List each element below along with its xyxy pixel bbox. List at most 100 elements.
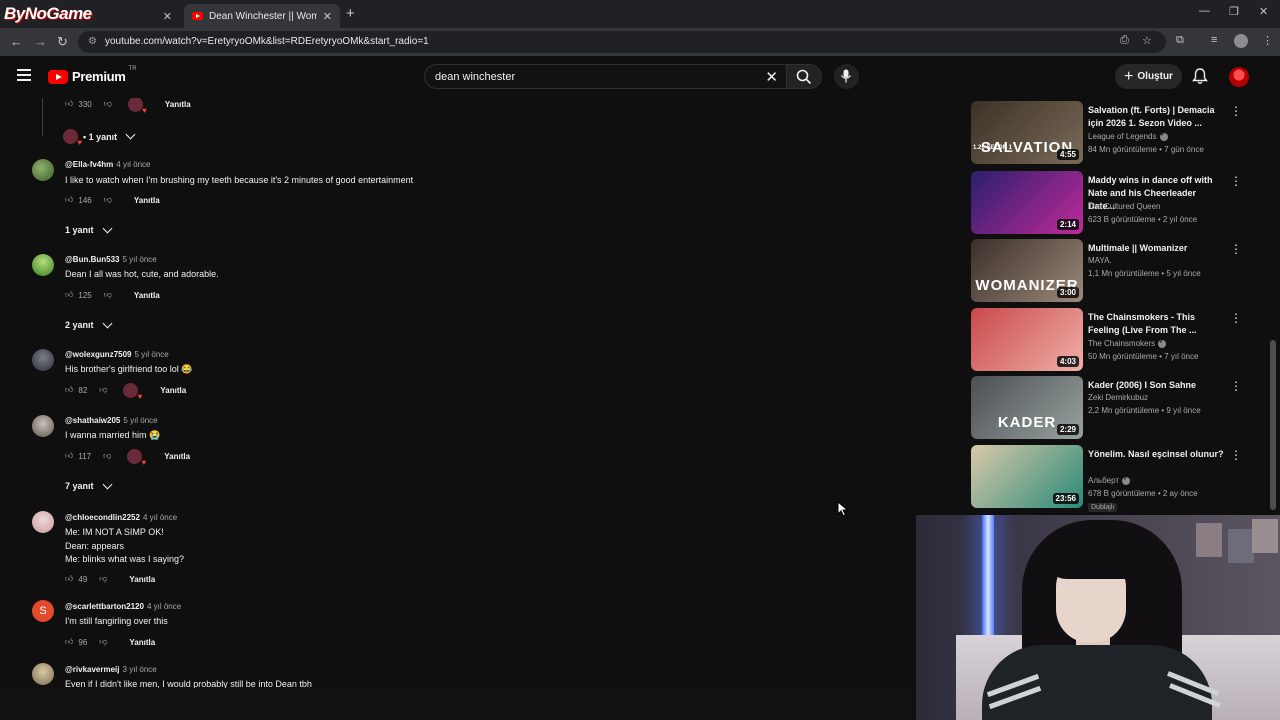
- comment-time[interactable]: 4 yıl önce: [143, 513, 177, 522]
- author-handle[interactable]: @wolexgunz7509: [65, 350, 132, 359]
- comment-author[interactable]: @scarlettbarton2120 4 yıl önce: [65, 602, 181, 611]
- video-title[interactable]: Kader (2006) I Son Sahne: [1088, 379, 1224, 392]
- reply-button[interactable]: Yanıtla: [129, 575, 155, 584]
- dislike-icon[interactable]: 👎︎: [99, 385, 107, 395]
- channel-name[interactable]: Zeki Demirkubuz: [1088, 393, 1148, 402]
- channel-name[interactable]: MAYA.: [1088, 256, 1112, 265]
- dislike-icon[interactable]: 👎︎: [104, 195, 112, 205]
- avatar[interactable]: [32, 254, 54, 276]
- video-menu-icon[interactable]: ⋮: [1230, 242, 1242, 256]
- search-input[interactable]: dean winchester ✕: [424, 64, 786, 89]
- reply-button[interactable]: Yanıtla: [165, 100, 191, 109]
- window-close-icon[interactable]: ✕: [1259, 5, 1268, 18]
- forward-icon[interactable]: →: [34, 34, 47, 49]
- voice-search-button[interactable]: [834, 64, 859, 89]
- replies-toggle[interactable]: 1 yanıt: [65, 223, 112, 235]
- back-icon[interactable]: ←: [10, 34, 23, 49]
- video-thumbnail[interactable]: SALVATION 1.26 SEZON 1 4:55: [971, 101, 1083, 164]
- related-video-item[interactable]: WOMANIZER 3:00 Multimale || Womanizer MAYA.…: [970, 236, 1250, 302]
- reply-button[interactable]: Yanıtla: [134, 196, 160, 205]
- channel-name-text[interactable]: Zeki Demirkubuz: [1088, 393, 1148, 402]
- like-icon[interactable]: 👍︎: [65, 574, 73, 584]
- tab-active[interactable]: Dean Winchester || Womanizer ✕: [184, 4, 340, 28]
- replies-toggle[interactable]: 7 yanıt: [65, 479, 112, 491]
- video-title[interactable]: Multimale || Womanizer: [1088, 242, 1224, 255]
- avatar[interactable]: [32, 349, 54, 371]
- avatar[interactable]: [32, 159, 54, 181]
- channel-name[interactable]: League of Legends: [1088, 131, 1168, 141]
- video-menu-icon[interactable]: ⋮: [1230, 174, 1242, 188]
- avatar[interactable]: [32, 415, 54, 437]
- reload-icon[interactable]: ↻: [57, 34, 68, 50]
- comment-time[interactable]: 5 yıl önce: [122, 255, 156, 264]
- channel-name-text[interactable]: League of Legends: [1088, 132, 1157, 141]
- reply-button[interactable]: Yanıtla: [129, 638, 155, 647]
- bookmark-star-icon[interactable]: ☆: [1142, 34, 1152, 47]
- like-icon[interactable]: 👍︎: [65, 637, 73, 647]
- youtube-logo[interactable]: Premium TR: [48, 66, 137, 84]
- tab-inactive[interactable]: ✕: [0, 4, 180, 28]
- avatar[interactable]: S: [32, 600, 54, 622]
- like-icon[interactable]: 👍︎: [65, 290, 73, 300]
- reply-button[interactable]: Yanıtla: [160, 386, 186, 395]
- menu-icon[interactable]: [17, 69, 31, 84]
- create-button[interactable]: + Oluştur: [1115, 64, 1182, 89]
- like-icon[interactable]: 👍︎: [65, 451, 73, 461]
- dislike-icon[interactable]: 👎︎: [103, 451, 111, 461]
- profile-avatar-icon[interactable]: [1234, 34, 1248, 48]
- avatar[interactable]: [32, 663, 54, 685]
- video-menu-icon[interactable]: ⋮: [1230, 104, 1242, 118]
- media-control-icon[interactable]: ≡: [1211, 34, 1217, 46]
- channel-name[interactable]: The Chainsmokers: [1088, 338, 1167, 348]
- channel-name-text[interactable]: The Cultured Queen: [1088, 202, 1161, 211]
- video-title[interactable]: Salvation (ft. Forts) | Demacia için 202…: [1088, 104, 1224, 130]
- dislike-icon[interactable]: 👎︎: [104, 99, 112, 109]
- comment-author[interactable]: @Ella-fv4hm 4 yıl önce: [65, 160, 151, 169]
- reply-button[interactable]: Yanıtla: [134, 291, 160, 300]
- replies-toggle[interactable]: • 1 yanıt: [63, 129, 136, 147]
- comment-author[interactable]: @wolexgunz7509 5 yıl önce: [65, 350, 169, 359]
- video-menu-icon[interactable]: ⋮: [1230, 311, 1242, 325]
- restore-icon[interactable]: ❐: [1229, 5, 1239, 18]
- account-avatar[interactable]: [1229, 67, 1249, 87]
- tab-close-icon[interactable]: ✕: [323, 10, 332, 23]
- extensions-icon[interactable]: ⧉: [1176, 34, 1184, 47]
- tab-close-icon[interactable]: ✕: [163, 10, 172, 23]
- comment-time[interactable]: 3 yıl önce: [123, 665, 157, 674]
- like-icon[interactable]: 👍︎: [65, 385, 73, 395]
- author-handle[interactable]: @Ella-fv4hm: [65, 160, 113, 169]
- author-handle[interactable]: @shathaiw205: [65, 416, 120, 425]
- video-thumbnail[interactable]: WOMANIZER 3:00: [971, 239, 1083, 302]
- comment-author[interactable]: @Bun.Bun533 5 yıl önce: [65, 255, 157, 264]
- related-video-item[interactable]: SALVATION 1.26 SEZON 1 4:55 Salvation (ft. …: [970, 98, 1250, 164]
- comment-time[interactable]: 5 yıl önce: [123, 416, 157, 425]
- channel-name[interactable]: Альберт: [1088, 475, 1131, 485]
- comment-time[interactable]: 5 yıl önce: [135, 350, 169, 359]
- comment-time[interactable]: 4 yıl önce: [147, 602, 181, 611]
- channel-name-text[interactable]: MAYA.: [1088, 256, 1112, 265]
- author-handle[interactable]: @rivkavermeij: [65, 665, 120, 674]
- comment-author[interactable]: @shathaiw205 5 yıl önce: [65, 416, 158, 425]
- reply-button[interactable]: Yanıtla: [164, 452, 190, 461]
- channel-name[interactable]: The Cultured Queen: [1088, 202, 1161, 211]
- page-scrollbar[interactable]: [1270, 340, 1276, 510]
- browser-menu-icon[interactable]: ⋮: [1262, 34, 1273, 47]
- author-handle[interactable]: @chloecondlin2252: [65, 513, 140, 522]
- dislike-icon[interactable]: 👎︎: [99, 637, 107, 647]
- author-handle[interactable]: @Bun.Bun533: [65, 255, 119, 264]
- install-app-icon[interactable]: ⎙: [1120, 34, 1129, 47]
- video-title[interactable]: The Chainsmokers - This Feeling (Live Fr…: [1088, 311, 1224, 337]
- address-bar[interactable]: ⚙ youtube.com/watch?v=EretyryoOMk&list=R…: [78, 31, 1166, 53]
- dislike-icon[interactable]: 👎︎: [104, 290, 112, 300]
- video-thumbnail[interactable]: 4:03: [971, 308, 1083, 371]
- avatar[interactable]: [32, 511, 54, 533]
- like-icon[interactable]: 👍︎: [65, 99, 73, 109]
- clear-search-icon[interactable]: ✕: [765, 68, 778, 86]
- related-video-item[interactable]: 4:03 The Chainsmokers - This Feeling (Liv…: [970, 305, 1250, 371]
- channel-name-text[interactable]: Альберт: [1088, 476, 1119, 485]
- search-button[interactable]: [786, 64, 822, 89]
- video-menu-icon[interactable]: ⋮: [1230, 379, 1242, 393]
- comment-author[interactable]: @rivkavermeij 3 yıl önce: [65, 665, 157, 674]
- related-video-item[interactable]: 23:56 Yönelim. Nasıl eşcinsel olunur? Альб…: [970, 442, 1250, 512]
- video-thumbnail[interactable]: 23:56: [971, 445, 1083, 508]
